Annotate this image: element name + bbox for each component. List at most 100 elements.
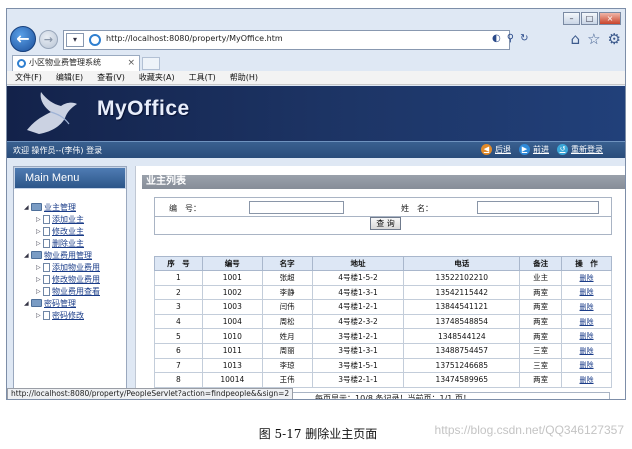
phone-cell: 13488754457 xyxy=(403,342,521,359)
address-bar[interactable]: ▾ http://localhost:8080/property/MyOffic… xyxy=(63,30,510,50)
menu-edit[interactable]: 编辑(E) xyxy=(56,71,83,84)
address-url[interactable]: http://localhost:8080/property/MyOffice.… xyxy=(106,34,283,43)
menu-view[interactable]: 查看(V) xyxy=(97,71,125,84)
phone-cell: 13522102210 xyxy=(403,270,521,286)
browser-right-icons: ⌂ ☆ ⚙ xyxy=(571,30,621,48)
tree-item-edit-fee[interactable]: ▷ 修改物业费用 xyxy=(36,274,100,284)
minimize-button[interactable]: – xyxy=(563,12,580,25)
browser-window: – □ × ← → ▾ http://localhost:8080/proper… xyxy=(6,8,626,400)
delete-link[interactable]: 删除 xyxy=(561,284,612,301)
tree-item-add-fee[interactable]: ▷ 添加物业费用 xyxy=(36,262,100,272)
delete-link[interactable]: 删除 xyxy=(561,313,612,330)
id-input[interactable] xyxy=(249,201,344,214)
search-icon[interactable]: ⚲ xyxy=(507,33,514,44)
note-cell: 两室 xyxy=(519,299,563,315)
menu-favorites[interactable]: 收藏夹(A) xyxy=(139,71,175,84)
relogin-link[interactable]: ↺ 重新登录 xyxy=(557,144,603,155)
maximize-button[interactable]: □ xyxy=(581,12,598,25)
phone-cell: 13748548854 xyxy=(403,313,521,330)
home-icon[interactable]: ⌂ xyxy=(571,30,581,48)
tree-item-delete-owner[interactable]: ▷ 删除业主 xyxy=(36,238,84,248)
table-row: 8 10014 王伟 3号楼2-1-1 13474589965 两室 删除 xyxy=(154,372,612,388)
collapsed-triangle-icon: ▷ xyxy=(36,311,41,319)
forward-arrow-icon[interactable]: → xyxy=(39,30,58,49)
address-cell: 3号楼1-2-1 xyxy=(311,328,405,344)
section-title: 业主列表 xyxy=(142,175,625,189)
menu-help[interactable]: 帮助(H) xyxy=(230,71,258,84)
table-row: 4 1004 周松 4号楼2-3-2 13748548854 两室 删除 xyxy=(154,313,612,330)
tree-item-view-fee[interactable]: ▷ 物业费用查看 xyxy=(36,286,100,296)
table-row: 6 1011 周丽 3号楼1-3-1 13488754457 三室 删除 xyxy=(154,342,612,359)
menu-file[interactable]: 文件(F) xyxy=(15,71,42,84)
main-menu-sidebar: Main Menu ◢ 业主管理 ▷ 添加业主 ▷ 修改业主 ▷ 删除业主 ◢ … xyxy=(13,166,127,392)
tree-item-add-owner[interactable]: ▷ 添加业主 xyxy=(36,214,84,224)
tree-group-owner[interactable]: ◢ 业主管理 xyxy=(24,202,76,212)
forward-link-label: 前进 xyxy=(533,145,549,154)
table-header-row: 序 号 编号 名字 地址 电话 备注 操 作 xyxy=(154,256,612,271)
refresh-icon[interactable]: ↻ xyxy=(520,33,528,44)
id-cell: 1013 xyxy=(201,357,263,374)
address-cell: 3号楼1-3-1 xyxy=(311,342,405,359)
header-id: 编号 xyxy=(201,256,263,271)
seq-cell: 4 xyxy=(154,313,203,330)
phone-cell: 13844541121 xyxy=(403,299,521,315)
back-circle-icon: ◀ xyxy=(481,144,492,155)
status-bar-url: http://localhost:8080/property/PeopleSer… xyxy=(7,388,294,399)
table-row: 3 1003 闫伟 4号楼1-2-1 13844541121 两室 删除 xyxy=(154,299,612,315)
gear-icon[interactable]: ⚙ xyxy=(608,30,621,48)
back-arrow-icon[interactable]: ← xyxy=(10,26,36,52)
tree-item-edit-owner[interactable]: ▷ 修改业主 xyxy=(36,226,84,236)
page-icon xyxy=(43,310,50,320)
tree-item-change-password[interactable]: ▷ 密码修改 xyxy=(36,310,84,320)
owner-table-body: 1 1001 张超 4号楼1-5-2 13522102210 业主 删除 2 1002 李静 4号楼… xyxy=(154,270,612,388)
page-icon xyxy=(43,286,50,296)
name-cell: 张超 xyxy=(261,270,313,286)
back-link[interactable]: ◀ 后退 xyxy=(481,144,511,155)
name-cell: 李静 xyxy=(261,284,313,301)
note-cell: 三室 xyxy=(519,342,563,359)
header-action: 操 作 xyxy=(561,256,612,271)
id-cell: 1010 xyxy=(201,328,263,344)
close-window-button[interactable]: × xyxy=(599,12,621,25)
id-cell: 1002 xyxy=(201,284,263,301)
relogin-circle-icon: ↺ xyxy=(557,144,568,155)
id-cell: 1004 xyxy=(201,313,263,330)
collapsed-triangle-icon: ▷ xyxy=(36,215,41,223)
favorites-star-icon[interactable]: ☆ xyxy=(587,30,600,48)
address-dropdown-icon[interactable]: ▾ xyxy=(66,33,84,47)
delete-link[interactable]: 删除 xyxy=(561,299,612,315)
close-tab-icon[interactable]: × xyxy=(127,56,135,70)
delete-link[interactable]: 删除 xyxy=(561,270,612,286)
menu-tools[interactable]: 工具(T) xyxy=(189,71,216,84)
tree-group-label: 密码管理 xyxy=(44,298,76,308)
delete-link[interactable]: 删除 xyxy=(561,357,612,374)
delete-link[interactable]: 删除 xyxy=(561,372,612,388)
browser-tab[interactable]: 小区物业费管理系统 × xyxy=(12,55,140,71)
pager-text: 每页显示：10/8 条记录！当前页：1/1 页！ xyxy=(288,392,610,399)
seq-cell: 8 xyxy=(154,372,203,388)
tab-row: 小区物业费管理系统 × xyxy=(7,55,625,71)
delete-link[interactable]: 删除 xyxy=(561,342,612,359)
folder-icon xyxy=(31,251,42,259)
query-button[interactable]: 查 询 xyxy=(370,217,401,230)
address-cell: 4号楼1-3-1 xyxy=(311,284,405,301)
expanded-triangle-icon: ◢ xyxy=(24,299,29,307)
compat-view-icon[interactable]: ◐ xyxy=(492,33,501,44)
delete-link[interactable]: 删除 xyxy=(561,328,612,344)
seq-cell: 5 xyxy=(154,328,203,344)
address-tools: ◐ ⚲ ↻ xyxy=(492,33,528,44)
tree-item-label: 物业费用查看 xyxy=(52,286,100,296)
tree-item-label: 修改物业费用 xyxy=(52,274,100,284)
forward-link[interactable]: ▶ 前进 xyxy=(519,144,549,155)
tree-group-label: 业主管理 xyxy=(44,202,76,212)
name-input[interactable] xyxy=(477,201,599,214)
new-tab-button[interactable] xyxy=(142,57,160,70)
search-form: 编 号： 姓 名： 查 询 xyxy=(154,197,612,235)
table-row: 1 1001 张超 4号楼1-5-2 13522102210 业主 删除 xyxy=(154,270,612,286)
name-cell: 王伟 xyxy=(261,372,313,388)
tree-group-password[interactable]: ◢ 密码管理 xyxy=(24,298,76,308)
tree-group-fee[interactable]: ◢ 物业费用管理 xyxy=(24,250,92,260)
table-row: 5 1010 姓月 3号楼1-2-1 1348544124 两室 删除 xyxy=(154,328,612,344)
collapsed-triangle-icon: ▷ xyxy=(36,227,41,235)
relogin-link-label: 重新登录 xyxy=(571,145,603,154)
